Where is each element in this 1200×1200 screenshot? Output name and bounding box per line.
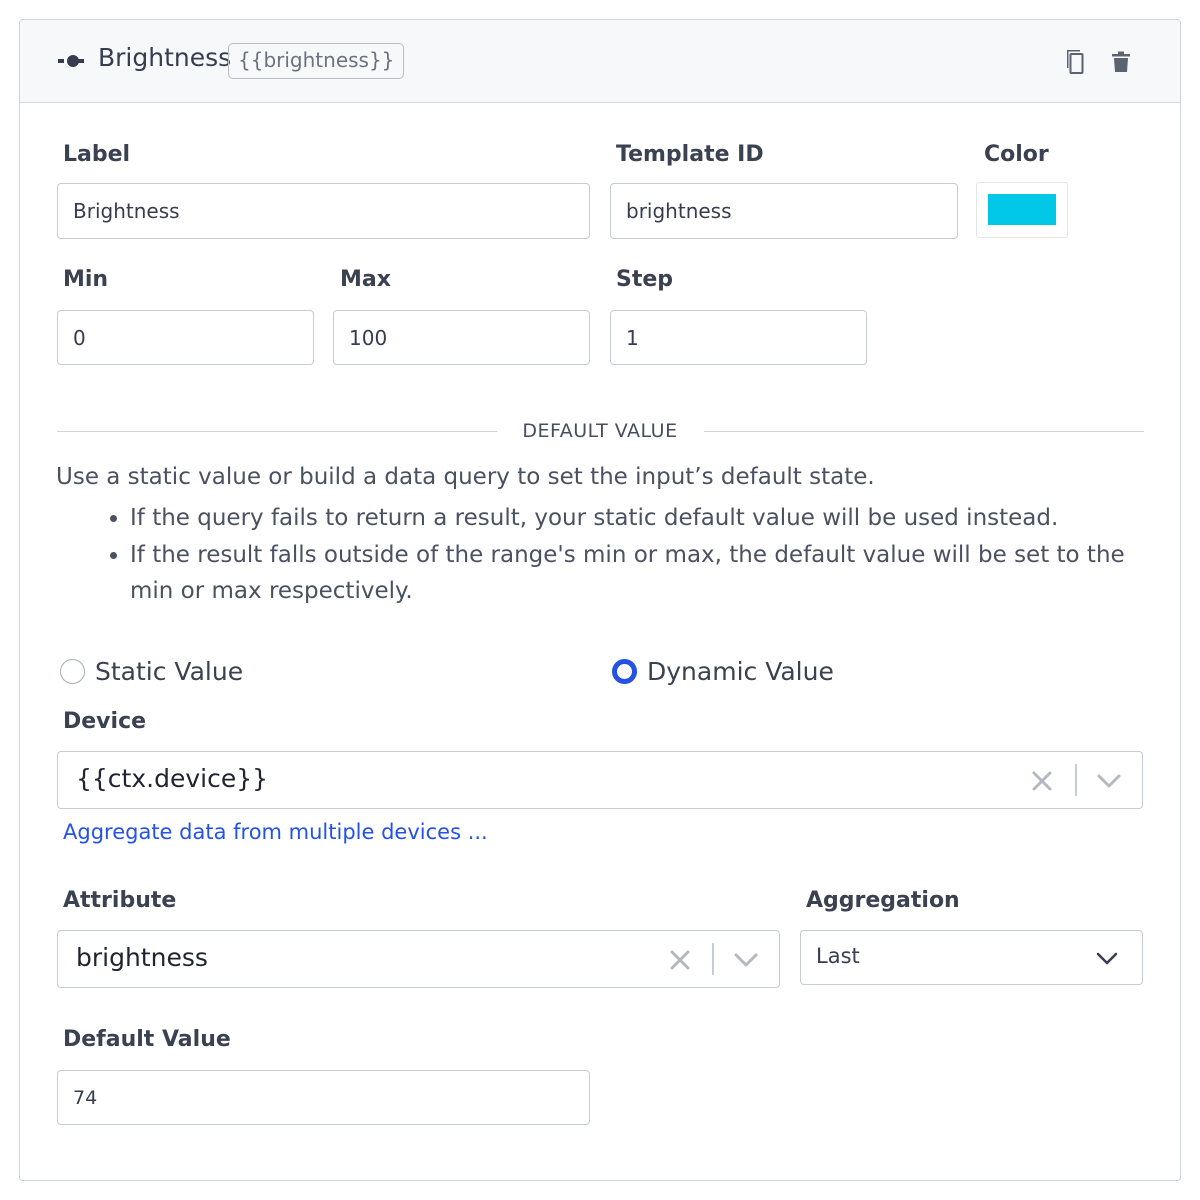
label-field-label: Label [63,142,131,167]
duplicate-button[interactable] [1060,48,1086,76]
step-input[interactable] [610,310,867,365]
device-select[interactable]: {{ctx.device}} [57,751,1143,809]
min-input[interactable] [57,310,314,365]
divider-right [704,431,1144,432]
panel-title: Brightness [98,43,232,72]
note-item: If the result falls outside of the range… [130,537,1146,610]
chevron-down-icon [1096,952,1118,965]
default-value-heading: DEFAULT VALUE [522,420,678,442]
dynamic-value-radio[interactable]: Dynamic Value [612,656,834,686]
dynamic-value-label: Dynamic Value [647,656,834,686]
color-swatch [988,194,1056,225]
color-picker[interactable] [976,182,1068,238]
default-value-notes: If the query fails to return a result, y… [106,500,1146,610]
template-id-input[interactable] [610,183,958,239]
static-value-radio[interactable]: Static Value [60,656,243,686]
select-separator [712,943,714,975]
color-field-label: Color [984,142,1049,167]
aggregation-select[interactable]: Last [800,930,1143,985]
chevron-down-icon[interactable] [734,953,758,967]
default-value-description: Use a static value or build a data query… [56,464,875,490]
static-value-label: Static Value [95,656,244,686]
chevron-down-icon[interactable] [1097,774,1121,788]
trash-icon [1112,51,1130,72]
clear-icon[interactable] [1031,770,1053,792]
delete-button[interactable] [1108,48,1134,76]
label-input[interactable] [57,183,590,239]
note-item: If the query fails to return a result, y… [130,500,1146,537]
device-select-value: {{ctx.device}} [76,764,269,793]
divider-left [57,431,497,432]
step-field-label: Step [616,267,674,292]
radio-unchecked-icon [60,658,85,684]
template-id-badge: {{brightness}} [228,43,405,79]
copy-icon [1067,50,1084,74]
panel-header: Brightness {{brightness}} [20,20,1180,103]
default-value-input[interactable] [57,1070,590,1125]
aggregate-devices-link[interactable]: Aggregate data from multiple devices ... [63,820,488,844]
clear-icon[interactable] [669,949,691,971]
device-field-label: Device [63,709,147,734]
select-separator [1075,764,1077,796]
slider-icon [58,55,88,67]
attribute-select-value: brightness [76,943,208,972]
aggregation-select-value: Last [816,944,860,968]
radio-checked-icon [612,658,637,684]
template-id-field-label: Template ID [616,142,764,167]
attribute-field-label: Attribute [63,888,177,913]
max-field-label: Max [340,267,391,292]
max-input[interactable] [333,310,590,365]
default-value-field-label: Default Value [63,1027,231,1052]
min-field-label: Min [63,267,109,292]
aggregation-field-label: Aggregation [806,888,960,913]
attribute-select[interactable]: brightness [57,930,780,988]
